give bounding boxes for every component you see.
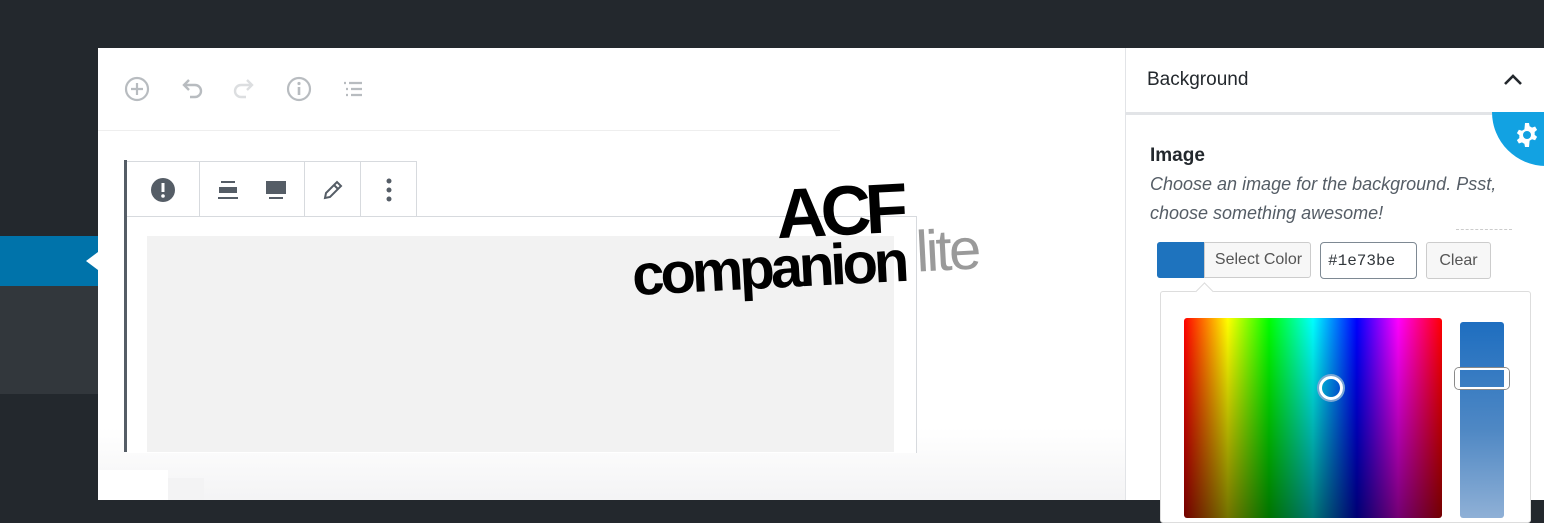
more-options-icon[interactable] [365, 162, 413, 217]
redo-icon[interactable] [230, 74, 260, 104]
field-description: Choose an image for the background. Psst… [1150, 174, 1497, 223]
align-full-icon[interactable] [252, 162, 300, 217]
alignment-group [200, 162, 306, 217]
logo-companion-text: companion [630, 228, 907, 309]
saturation-slider[interactable] [1460, 322, 1504, 518]
field-label: Image [1150, 145, 1205, 166]
admin-sidebar [0, 0, 98, 500]
more-group [361, 162, 416, 217]
divider [1456, 229, 1512, 230]
editor-top-toolbar [98, 48, 840, 131]
clear-button[interactable]: Clear [1426, 242, 1491, 279]
slider-handle[interactable] [1455, 368, 1509, 389]
block-toolbar [127, 161, 417, 218]
active-menu-pointer [86, 252, 98, 270]
color-spectrum[interactable] [1184, 318, 1442, 518]
list-view-icon[interactable] [338, 74, 368, 104]
logo-lite-text: lite [914, 216, 980, 285]
undo-icon[interactable] [176, 74, 206, 104]
align-wide-icon[interactable] [204, 162, 252, 217]
editor-footer-block [98, 470, 168, 500]
color-swatch[interactable] [1157, 242, 1204, 278]
spectrum-handle[interactable] [1319, 376, 1343, 400]
admin-menu-active-item[interactable] [0, 236, 98, 286]
edit-icon[interactable] [309, 162, 357, 217]
settings-tab[interactable] [1492, 112, 1544, 166]
edit-group [305, 162, 362, 217]
add-block-icon[interactable] [122, 74, 152, 104]
background-panel-header[interactable]: Background [1126, 48, 1544, 115]
info-icon[interactable] [284, 74, 314, 104]
block-type-group [127, 162, 200, 217]
settings-sidebar: Background Image Choose an image for the… [1125, 48, 1544, 523]
warning-icon[interactable] [139, 162, 187, 217]
chevron-up-icon[interactable] [1502, 70, 1524, 90]
select-color-label[interactable]: Select Color [1204, 242, 1312, 278]
hex-color-input[interactable] [1320, 242, 1417, 279]
admin-submenu[interactable] [0, 286, 98, 394]
panel-title: Background [1147, 69, 1249, 90]
gear-icon [1516, 123, 1538, 147]
